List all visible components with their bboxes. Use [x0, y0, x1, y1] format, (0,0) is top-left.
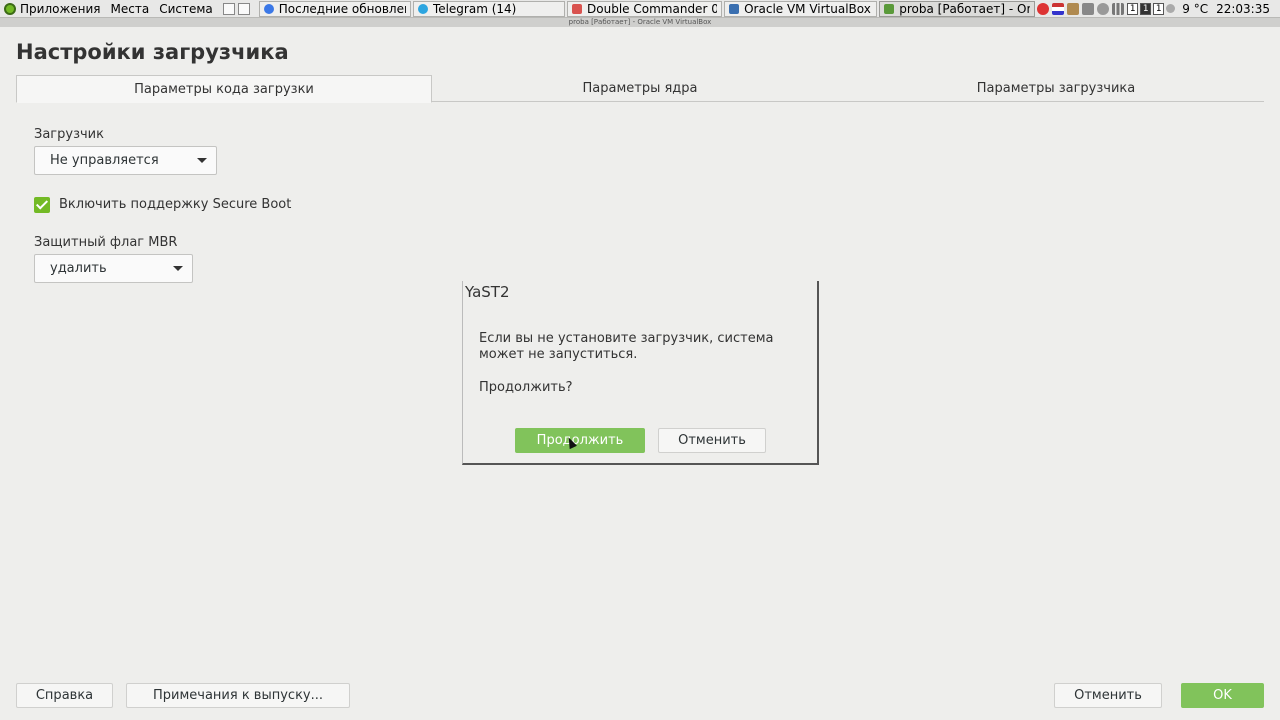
workspace-2[interactable]: 1: [1140, 2, 1152, 15]
secure-boot-label[interactable]: Включить поддержку Secure Boot: [59, 197, 291, 212]
top-panel: Приложения Места Система Последние обнов…: [0, 0, 1280, 18]
dialog-title: YaST2: [465, 283, 510, 301]
mbr-flag-label: Защитный флаг MBR: [34, 235, 178, 250]
tab-bar: Параметры кода загрузки Параметры ядра П…: [16, 75, 1264, 103]
applications-menu[interactable]: Приложения: [20, 2, 101, 16]
network-signal-icon[interactable]: [1112, 2, 1125, 15]
taskbar-item-label: proba [Работает] - Ora...: [899, 1, 1030, 16]
clipboard-icon[interactable]: [1067, 2, 1080, 15]
release-notes-button[interactable]: Примечания к выпуску...: [126, 683, 350, 708]
dialog-message: Если вы не установите загрузчик, система…: [479, 331, 774, 362]
update-notifier-icon[interactable]: [1037, 2, 1050, 15]
secure-boot-checkbox[interactable]: [34, 197, 50, 213]
usb-icon[interactable]: [1082, 2, 1095, 15]
tab-bootloader-options[interactable]: Параметры загрузчика: [848, 75, 1264, 102]
workspace-1[interactable]: 1: [1127, 2, 1139, 15]
virtualbox-icon: [729, 3, 740, 14]
bootloader-label: Загрузчик: [34, 127, 104, 142]
taskbar-item-double-commander[interactable]: Double Commander 0.9...: [567, 0, 723, 17]
taskbar-item-label: Oracle VM VirtualBox M...: [744, 1, 872, 16]
chrome-icon: [263, 3, 274, 14]
virtualbox-vm-icon: [884, 3, 895, 14]
page-title: Настройки загрузчика: [16, 40, 289, 64]
workspace-3[interactable]: 1: [1153, 2, 1165, 15]
dialog-question: Продолжить?: [479, 380, 573, 395]
system-tray: 1 1 1 9 °C 22:03:35: [1037, 0, 1280, 17]
cancel-button[interactable]: Отменить: [1054, 683, 1162, 708]
telegram-icon: [417, 3, 428, 14]
chevron-down-icon: [173, 266, 183, 271]
taskbar-item-telegram[interactable]: Telegram (14): [412, 0, 566, 17]
text-editor-launcher-icon[interactable]: [237, 2, 250, 15]
bootloader-select[interactable]: Не управляется: [34, 146, 217, 175]
taskbar-item-label: Double Commander 0.9...: [587, 1, 717, 16]
opensuse-logo-icon: [4, 2, 16, 15]
bootloader-select-value: Не управляется: [50, 153, 159, 168]
volume-icon[interactable]: [1097, 2, 1110, 15]
mbr-flag-select-value: удалить: [50, 261, 107, 276]
mbr-flag-select[interactable]: удалить: [34, 254, 193, 283]
file-manager-launcher-icon[interactable]: [222, 2, 235, 15]
taskbar-item-chrome[interactable]: Последние обновлени...: [258, 0, 411, 17]
taskbar-item-label: Последние обновлени...: [278, 1, 406, 16]
keyboard-layout-flag-icon[interactable]: [1052, 2, 1065, 15]
ok-button[interactable]: OK: [1181, 683, 1264, 708]
clock[interactable]: 22:03:35: [1216, 2, 1270, 16]
weather-icon: [1166, 4, 1176, 13]
taskbar-item-vm-proba[interactable]: proba [Работает] - Ora...: [879, 0, 1036, 17]
weather-temperature[interactable]: 9 °C: [1182, 2, 1208, 16]
main-menu: Приложения Места Система: [0, 0, 259, 17]
system-menu[interactable]: Система: [159, 2, 213, 16]
taskbar-item-label: Telegram (14): [432, 1, 517, 16]
vm-window-title: proba [Работает] - Oracle VM VirtualBox: [0, 18, 1280, 27]
taskbar-item-virtualbox-manager[interactable]: Oracle VM VirtualBox M...: [724, 0, 878, 17]
chevron-down-icon: [197, 158, 207, 163]
tab-boot-code-options[interactable]: Параметры кода загрузки: [16, 75, 432, 103]
double-commander-icon: [572, 3, 583, 14]
dialog-continue-button[interactable]: Продолжить: [515, 428, 645, 453]
places-menu[interactable]: Места: [111, 2, 150, 16]
tab-kernel-parameters[interactable]: Параметры ядра: [432, 75, 848, 102]
help-button[interactable]: Справка: [16, 683, 113, 708]
dialog-cancel-button[interactable]: Отменить: [658, 428, 766, 453]
